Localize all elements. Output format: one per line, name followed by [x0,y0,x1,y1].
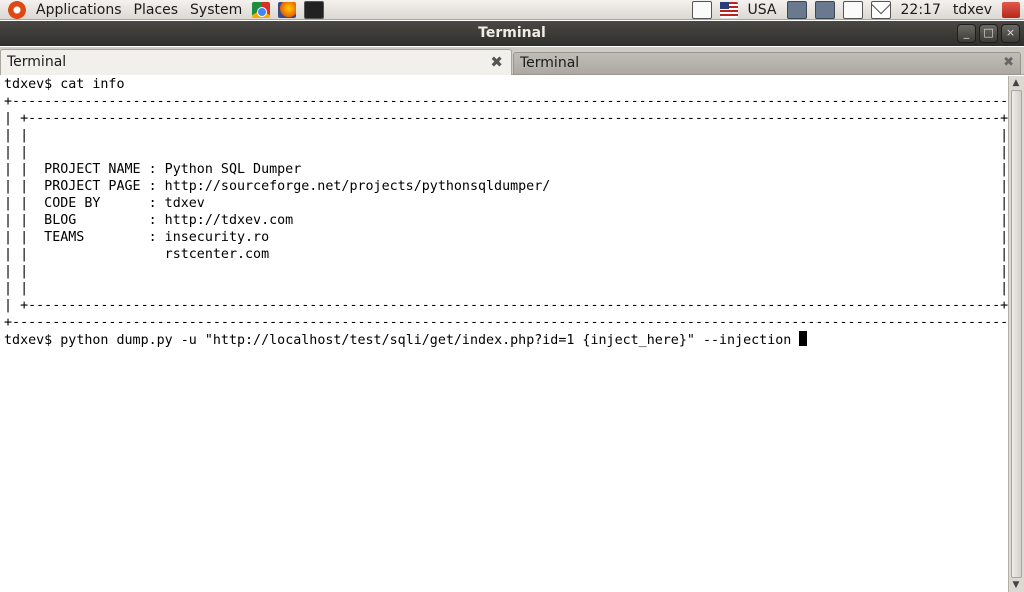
output-line: | +-------------------------------------… [4,298,1008,313]
output-line: | | | | [4,128,1008,143]
output-line: tdxev$ cat info [4,77,125,92]
mail-icon[interactable] [870,1,891,19]
menu-system[interactable]: System [184,2,248,18]
scrollbar-thumb[interactable] [1011,90,1022,578]
output-line: | | TEAMS : insecurity.ro | | [4,230,1008,245]
display-icon[interactable] [814,1,835,19]
ubuntu-logo-icon[interactable] [8,1,26,19]
output-line: | | rstcenter.com | | [4,247,1008,262]
window-titlebar[interactable]: Terminal _ □ × [0,21,1024,46]
user-menu[interactable]: tdxev [947,2,998,18]
network-icon[interactable] [786,1,807,19]
power-icon[interactable] [1002,2,1020,18]
window-controls: _ □ × [957,24,1020,43]
prompt: tdxev$ [4,333,61,348]
terminal-launcher-icon[interactable] [304,1,325,19]
tab-label: Terminal [7,54,67,70]
output-line: +---------------------------------------… [4,94,1008,109]
terminal-output: tdxev$ cat info +-----------------------… [0,76,1008,349]
output-line: | | | | [4,145,1008,160]
output-line: | | BLOG : http://tdxev.com | | [4,213,1008,228]
flag-icon[interactable] [719,2,738,18]
tab-close-icon[interactable]: ✖ [1003,53,1014,73]
output-line: +---------------------------------------… [4,315,1008,330]
tab-terminal-2[interactable]: Terminal ✖ [513,52,1021,75]
output-line: | | CODE BY : tdxev | | [4,196,1008,211]
command-line[interactable]: tdxev$ python dump.py -u "http://localho… [4,331,808,348]
scroll-up-icon[interactable]: ▲ [1011,78,1021,88]
output-line: | | | | [4,281,1008,296]
tab-label: Terminal [520,55,580,71]
menu-applications[interactable]: Applications [30,2,128,18]
volume-icon[interactable] [842,1,863,19]
close-button[interactable]: × [1001,24,1020,43]
chrome-icon[interactable] [252,2,271,18]
text-cursor [799,331,808,346]
terminal-scrollbar[interactable]: ▲ ▼ [1008,76,1024,592]
top-panel: Applications Places System USA 22:17 tdx… [0,0,1024,20]
menu-places[interactable]: Places [128,2,185,18]
firefox-icon[interactable] [278,2,297,18]
tab-terminal-1[interactable]: Terminal ✖ [0,49,512,75]
tab-bar: Terminal ✖ Terminal ✖ [0,47,1024,75]
keyboard-layout[interactable]: USA [742,2,783,18]
output-line: | +-------------------------------------… [4,111,1008,126]
tab-close-icon[interactable]: ✖ [490,50,503,74]
current-command[interactable]: python dump.py -u "http://localhost/test… [60,333,799,348]
minimize-button[interactable]: _ [957,24,976,43]
scroll-down-icon[interactable]: ▼ [1011,580,1021,590]
maximize-button[interactable]: □ [979,24,998,43]
panel-right: USA 22:17 tdxev [688,0,1024,20]
output-line: | | PROJECT PAGE : http://sourceforge.ne… [4,179,1008,194]
window-title: Terminal [478,25,546,41]
output-line: | | | | [4,264,1008,279]
panel-left: Applications Places System [0,0,328,20]
window-list-icon[interactable] [691,1,712,19]
clock[interactable]: 22:17 [895,2,947,18]
output-line: | | PROJECT NAME : Python SQL Dumper | | [4,162,1008,177]
terminal-area[interactable]: tdxev$ cat info +-----------------------… [0,76,1008,592]
